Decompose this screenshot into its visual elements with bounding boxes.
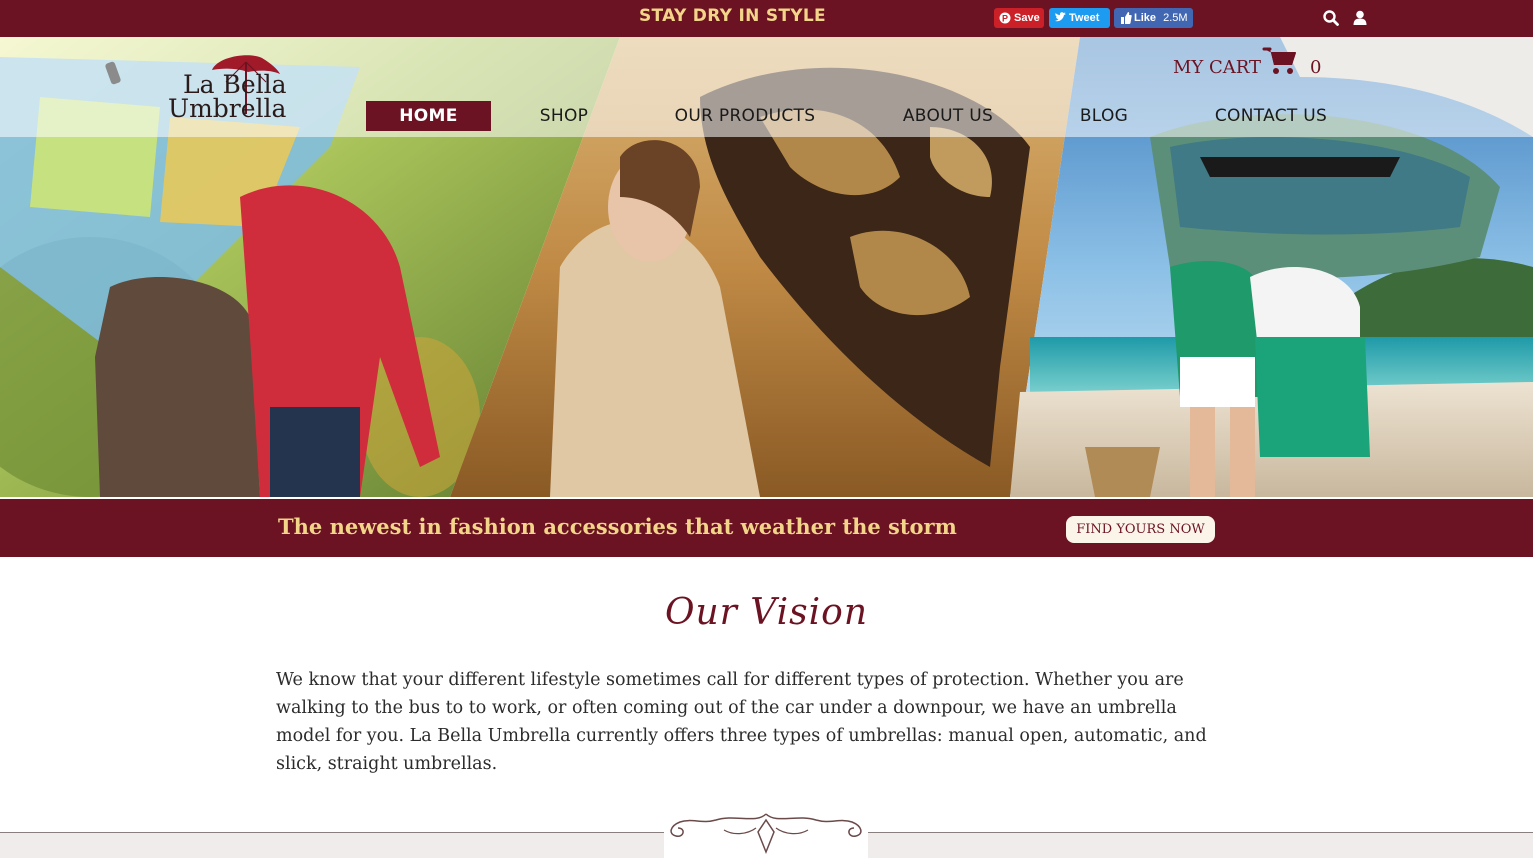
nav-shop[interactable]: SHOP <box>520 101 608 131</box>
facebook-like-count: 2.5M <box>1163 12 1188 24</box>
nav-blog[interactable]: BLOG <box>1068 101 1140 131</box>
site-logo[interactable]: La Bella Umbrella <box>100 52 310 132</box>
tweet-label: Tweet <box>1069 12 1100 24</box>
user-icon[interactable] <box>1351 9 1369 27</box>
promo-text: The newest in fashion accessories that w… <box>278 514 957 539</box>
nav-home[interactable]: HOME <box>366 101 491 131</box>
nav-our-products[interactable]: OUR PRODUCTS <box>660 101 830 131</box>
ornament-flourish <box>664 806 868 858</box>
pinterest-label: Save <box>1014 12 1040 24</box>
find-yours-now-button[interactable]: FIND YOURS NOW <box>1066 516 1215 543</box>
pinterest-icon: P <box>999 8 1011 34</box>
vision-paragraph: We know that your different lifestyle so… <box>276 670 1207 774</box>
nav-contact-us[interactable]: CONTACT US <box>1200 101 1342 131</box>
facebook-icon <box>1119 8 1132 34</box>
search-icon[interactable] <box>1322 9 1340 27</box>
facebook-like-button[interactable]: Like 2.5M <box>1114 8 1193 28</box>
svg-text:P: P <box>1002 14 1008 24</box>
site-tagline: STAY DRY IN STYLE <box>639 6 826 26</box>
cart-count: 0 <box>1310 57 1322 78</box>
cart-label: MY CART <box>1173 57 1262 78</box>
tweet-button[interactable]: Tweet <box>1049 8 1110 28</box>
section-title: Our Vision <box>664 592 869 633</box>
cart-icon <box>1262 46 1298 76</box>
twitter-icon <box>1054 8 1067 34</box>
facebook-like-label: Like <box>1134 12 1157 24</box>
pinterest-save-button[interactable]: P Save <box>994 8 1044 28</box>
logo-line-2: Umbrella <box>168 94 287 123</box>
top-bar: STAY DRY IN STYLE P Save Tweet Like 2.5M <box>0 0 1533 37</box>
nav-about-us[interactable]: ABOUT US <box>890 101 1006 131</box>
promo-strip: The newest in fashion accessories that w… <box>0 497 1533 557</box>
